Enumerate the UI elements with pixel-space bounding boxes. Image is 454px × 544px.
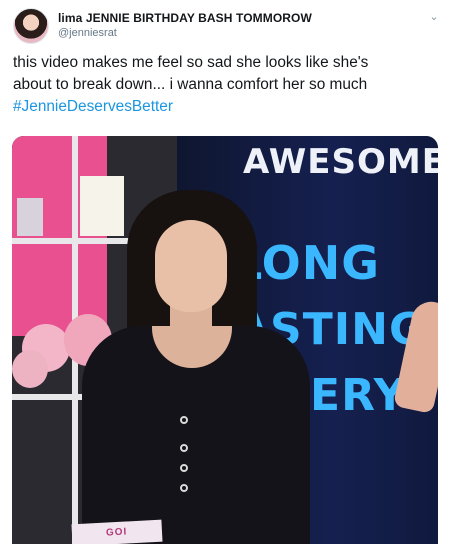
garment-button (180, 416, 188, 424)
garment-button (180, 484, 188, 492)
shelf-picture (17, 198, 43, 236)
paper-text: GOI (105, 526, 128, 539)
display-name[interactable]: lima JENNIE BIRTHDAY BASH TOMMOROW (58, 11, 312, 25)
user-handle[interactable]: @jenniesrat (58, 27, 117, 39)
video-media[interactable]: AWESOME LONG ASTING TTERY GOI (12, 136, 438, 544)
hashtag-link[interactable]: #JennieDeservesBetter (13, 96, 443, 118)
paper-card: GOI (71, 519, 163, 544)
plush-toy (12, 350, 48, 388)
tweet-text-line: about to break down... i wanna comfort h… (13, 76, 368, 93)
tweet-text-line: this video makes me feel so sad she look… (13, 54, 369, 71)
tweet-card[interactable]: lima JENNIE BIRTHDAY BASH TOMMOROW @jenn… (0, 0, 454, 544)
tweet-text: this video makes me feel so sad she look… (13, 52, 443, 118)
avatar[interactable] (13, 8, 49, 44)
garment-button (180, 464, 188, 472)
background-wall (12, 136, 107, 336)
shelf-book (80, 176, 124, 236)
board-text: AWESOME (243, 142, 438, 182)
garment-button (180, 444, 188, 452)
chevron-down-icon[interactable]: ⌄ (427, 10, 441, 24)
person-face (155, 220, 227, 312)
